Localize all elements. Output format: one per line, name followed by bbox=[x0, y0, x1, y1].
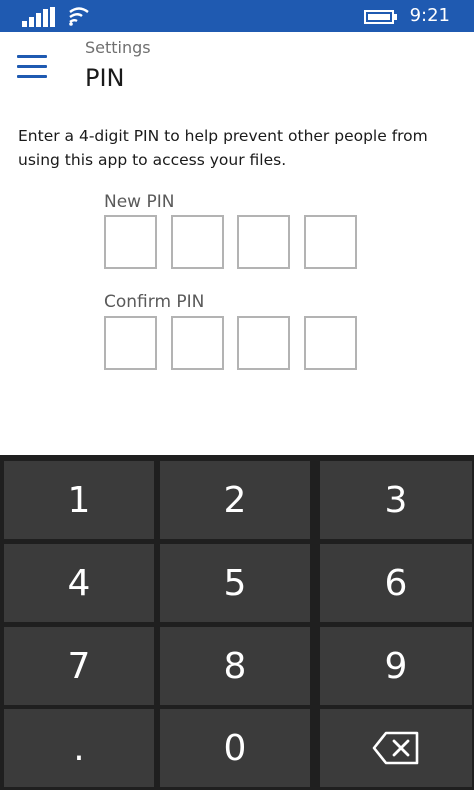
new-pin-label: New PIN bbox=[104, 192, 175, 212]
new-pin-digit-3[interactable] bbox=[237, 215, 290, 269]
backspace-key[interactable] bbox=[320, 709, 472, 787]
confirm-pin-digit-4[interactable] bbox=[304, 316, 357, 370]
new-pin-digit-4[interactable] bbox=[304, 215, 357, 269]
key-2[interactable]: 2 bbox=[160, 461, 310, 539]
battery-icon bbox=[364, 10, 397, 24]
pin-description: Enter a 4-digit PIN to help prevent othe… bbox=[18, 127, 428, 169]
confirm-pin-digit-1[interactable] bbox=[104, 316, 157, 370]
new-pin-fields bbox=[104, 215, 358, 269]
backspace-icon bbox=[372, 731, 419, 765]
new-pin-digit-2[interactable] bbox=[171, 215, 224, 269]
signal-bars-icon bbox=[22, 7, 55, 27]
confirm-pin-fields bbox=[104, 316, 358, 370]
key-4[interactable]: 4 bbox=[4, 544, 154, 622]
new-pin-digit-1[interactable] bbox=[104, 215, 157, 269]
wifi-icon bbox=[69, 7, 89, 26]
page-title: PIN bbox=[85, 64, 125, 92]
key-9[interactable]: 9 bbox=[320, 627, 472, 705]
breadcrumb: Settings bbox=[85, 38, 151, 57]
clock-time: 9:21 bbox=[409, 5, 450, 26]
numeric-keypad: 1 2 3 4 5 6 7 8 9 . 0 bbox=[0, 455, 474, 790]
key-5[interactable]: 5 bbox=[160, 544, 310, 622]
key-7[interactable]: 7 bbox=[4, 627, 154, 705]
key-0[interactable]: 0 bbox=[160, 709, 310, 787]
hamburger-menu-icon[interactable] bbox=[16, 52, 50, 82]
status-bar: 9:21 bbox=[0, 0, 474, 32]
pin-settings-page: 9:21 Settings PIN Enter a 4-digit PIN to… bbox=[0, 0, 474, 790]
confirm-pin-digit-2[interactable] bbox=[171, 316, 224, 370]
key-6[interactable]: 6 bbox=[320, 544, 472, 622]
confirm-pin-label: Confirm PIN bbox=[104, 292, 205, 312]
key-dot[interactable]: . bbox=[4, 709, 154, 787]
key-3[interactable]: 3 bbox=[320, 461, 472, 539]
confirm-pin-digit-3[interactable] bbox=[237, 316, 290, 370]
key-1[interactable]: 1 bbox=[4, 461, 154, 539]
key-8[interactable]: 8 bbox=[160, 627, 310, 705]
